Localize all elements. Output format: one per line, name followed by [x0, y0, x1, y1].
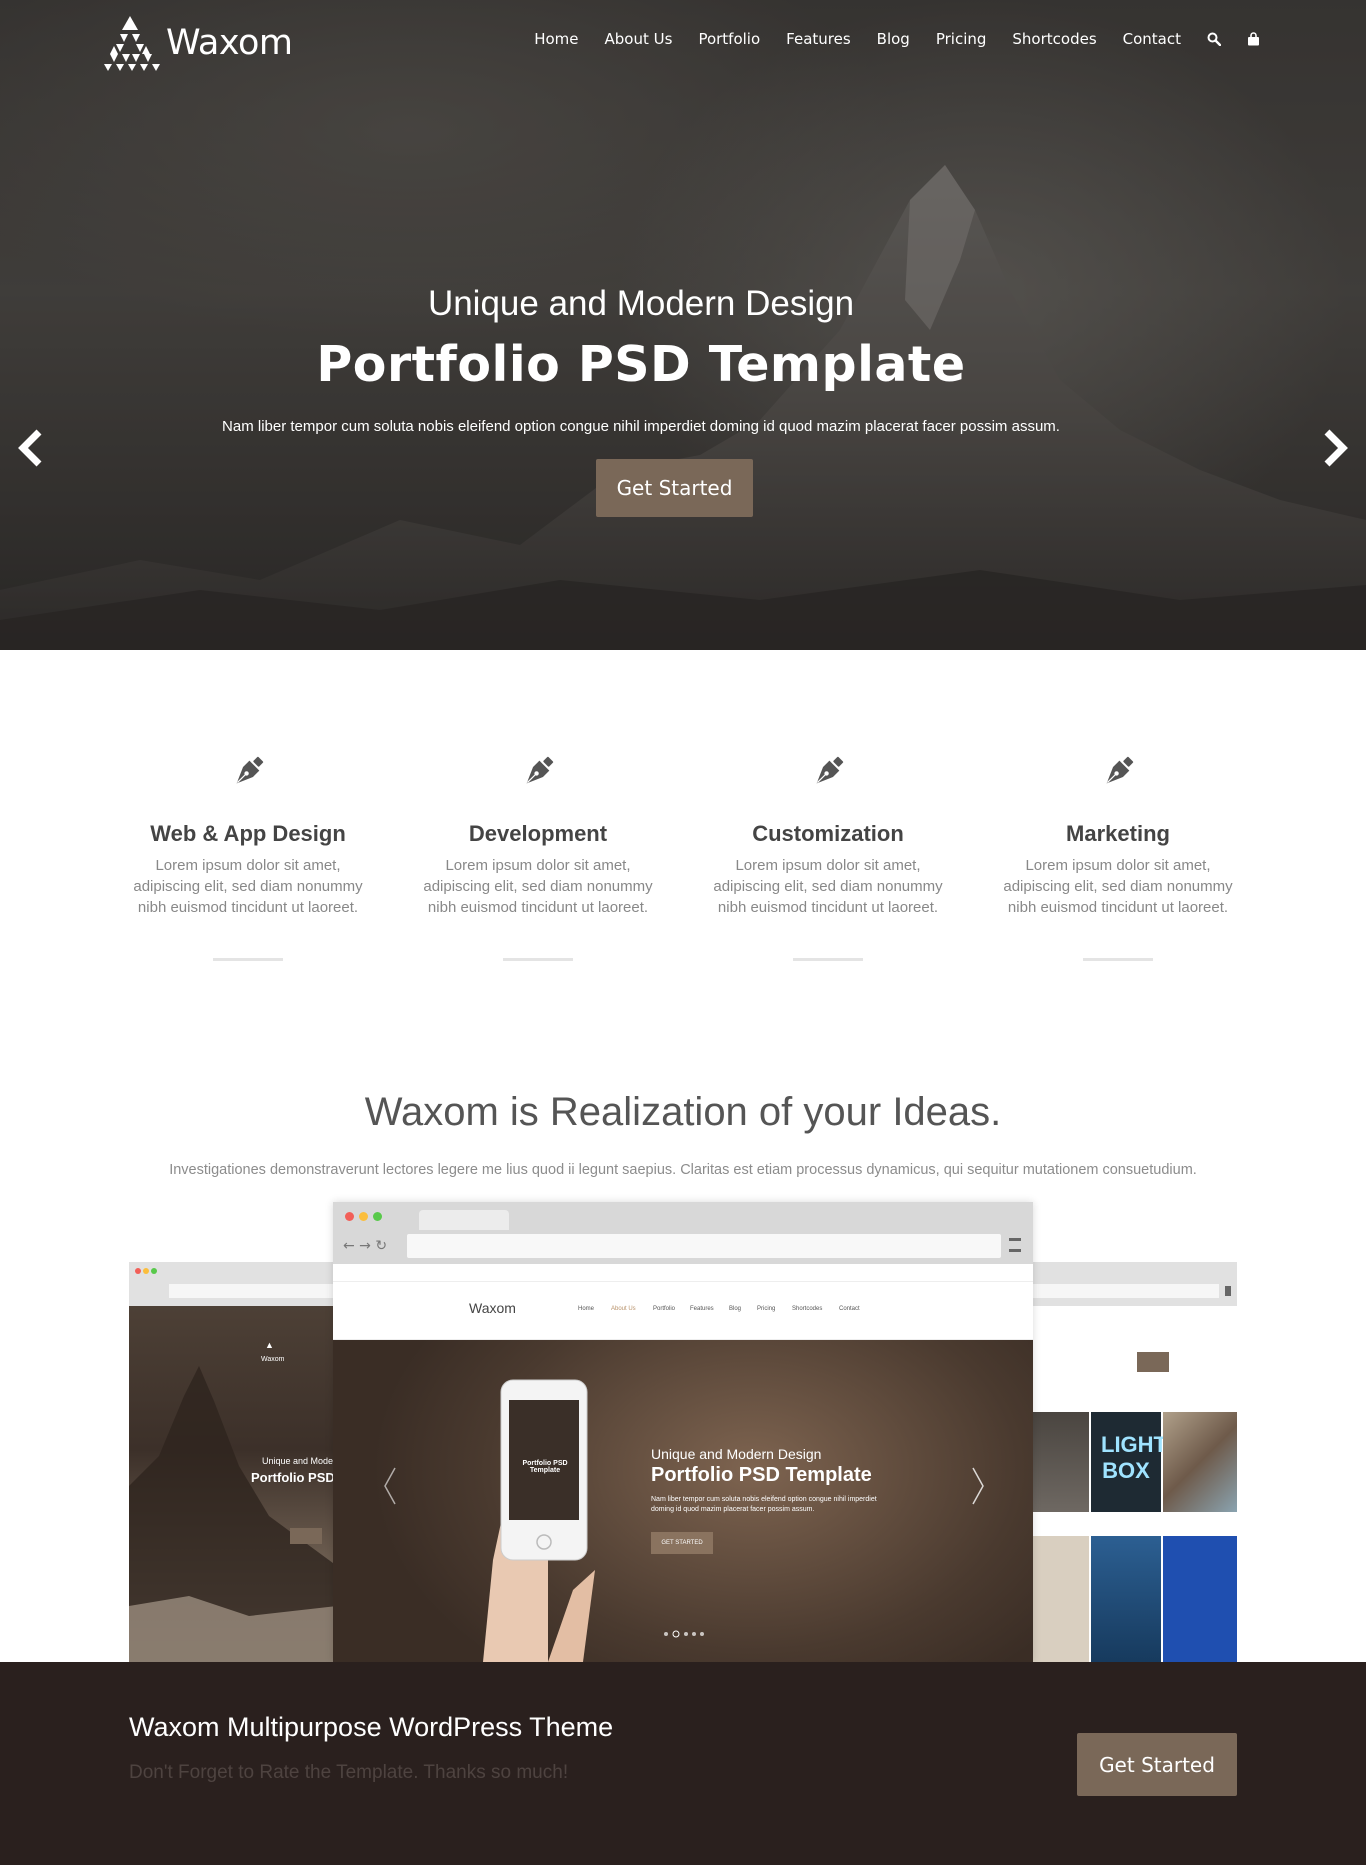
mockup-browser-left: ▲ Waxom Unique and Modern De Portfolio P…: [129, 1262, 337, 1662]
nav-blog[interactable]: Blog: [877, 30, 910, 48]
mockup-hero: Portfolio PSD Template Unique and Modern…: [333, 1340, 1033, 1662]
lightbox-text: LIGHT BOX: [1101, 1432, 1167, 1483]
hero-subtitle: Unique and Modern Design: [427, 284, 855, 323]
feature-customization: Customization Lorem ipsum dolor sit amet…: [708, 740, 948, 961]
hero-slider: Waxom Home About Us Portfolio Features B…: [0, 0, 1366, 650]
logo-triangle-icon: [104, 16, 160, 71]
cta-get-started-button[interactable]: Get Started: [1077, 1733, 1237, 1796]
mockup-left-title: Portfolio PSD Tem: [251, 1470, 337, 1485]
hero-title: Portfolio PSD Template: [316, 336, 966, 393]
chevron-right-icon[interactable]: [1321, 428, 1351, 472]
brand-name: Waxom: [166, 23, 293, 63]
mockup-nav-item: About Us: [611, 1306, 636, 1312]
feature-title: Marketing: [1066, 821, 1170, 846]
mockup-nav: Waxom Home About Us Portfolio Features B…: [333, 1282, 1033, 1340]
nav-home[interactable]: Home: [534, 30, 578, 48]
feature-description: Lorem ipsum dolor sit amet, adipiscing e…: [133, 857, 363, 916]
feature-description: Lorem ipsum dolor sit amet, adipiscing e…: [423, 857, 653, 916]
hero-text: Nam liber tempor cum soluta nobis eleife…: [222, 418, 1060, 435]
mockup-left-subtitle: Unique and Modern De: [262, 1456, 337, 1466]
pen-nib-icon: [128, 740, 368, 790]
mockup-nav-item: Contact: [839, 1306, 860, 1312]
mockup-right-screen: LIGHT BOX: [1029, 1306, 1237, 1662]
feature-development: Development Lorem ipsum dolor sit amet, …: [418, 740, 658, 961]
cta-banner: Waxom Multipurpose WordPress Theme Don't…: [0, 1662, 1366, 1865]
browser-tabbar: [333, 1202, 1033, 1230]
main-nav: Home About Us Portfolio Features Blog Pr…: [508, 30, 1260, 48]
mockup-left-screen: ▲ Waxom Unique and Modern De Portfolio P…: [129, 1306, 337, 1662]
mockup-nav-item: Blog: [729, 1306, 742, 1312]
top-navbar: Waxom Home About Us Portfolio Features B…: [0, 0, 1366, 84]
mockup-text-line1: Nam liber tempor cum soluta nobis eleife…: [651, 1496, 877, 1503]
mockup-tile-lightbox: LIGHT BOX: [1091, 1412, 1167, 1512]
ideas-text: Investigationes demonstraverunt lectores…: [169, 1162, 1197, 1178]
mountain-background: [0, 165, 1366, 650]
cta-subtitle: Don't Forget to Rate the Template. Thank…: [129, 1762, 569, 1783]
mockup-brand: Waxom: [469, 1300, 516, 1316]
divider: [1083, 958, 1153, 961]
mockup-title: Portfolio PSD Template: [651, 1464, 872, 1486]
divider: [503, 958, 573, 961]
nav-pricing[interactable]: Pricing: [936, 30, 987, 48]
mockup-nav-item: Features: [690, 1306, 714, 1312]
mockup-get-started-button: GET STARTED: [651, 1532, 713, 1554]
mockup-tile: [1029, 1412, 1089, 1512]
divider: [213, 958, 283, 961]
feature-web-app-design: Web & App Design Lorem ipsum dolor sit a…: [128, 740, 368, 961]
browser-toolbar: [1029, 1262, 1237, 1306]
mockup-left-button: [290, 1528, 322, 1544]
mockup-right-button: [1137, 1352, 1169, 1372]
ideas-heading: Waxom is Realization of your Ideas.: [364, 1090, 1002, 1134]
mockup-browser-main: ← → ↻ Waxom Home About Us Portfolio Feat…: [333, 1202, 1033, 1662]
mockup-subtitle: Unique and Modern Design: [651, 1446, 822, 1462]
pen-nib-icon: [998, 740, 1238, 790]
mockup-nav-item: Pricing: [757, 1306, 776, 1312]
pen-nib-icon: [418, 740, 658, 790]
mockup-browser-right: LIGHT BOX: [1029, 1262, 1237, 1662]
mockup-nav-item: Home: [578, 1306, 595, 1312]
nav-contact[interactable]: Contact: [1123, 30, 1181, 48]
mockup-nav-item: Portfolio: [653, 1306, 676, 1312]
shopping-bag-icon[interactable]: [1247, 32, 1260, 46]
search-icon[interactable]: [1207, 32, 1221, 46]
feature-description: Lorem ipsum dolor sit amet, adipiscing e…: [713, 857, 943, 916]
mockup-tile: [1163, 1412, 1237, 1512]
nav-shortcodes[interactable]: Shortcodes: [1012, 30, 1096, 48]
nav-portfolio[interactable]: Portfolio: [698, 30, 760, 48]
divider: [793, 958, 863, 961]
feature-description: Lorem ipsum dolor sit amet, adipiscing e…: [1003, 857, 1233, 916]
mockup-text-line2: doming id quod mazim placerat facer poss…: [651, 1506, 815, 1513]
nav-features[interactable]: Features: [786, 30, 851, 48]
brand-logo[interactable]: Waxom: [98, 14, 293, 72]
feature-title: Customization: [752, 821, 904, 846]
mockup-nav-item: Shortcodes: [792, 1306, 823, 1312]
browser-urlbar: ← → ↻: [333, 1230, 1033, 1264]
mini-brand: Waxom: [261, 1356, 285, 1363]
mini-logo: ▲: [265, 1340, 274, 1350]
feature-title: Development: [468, 821, 608, 846]
browser-toolbar: [129, 1262, 337, 1306]
mockup-tile: [1091, 1536, 1161, 1662]
feature-title: Web & App Design: [150, 821, 346, 846]
phone-screen-title: Portfolio PSD Template: [522, 1460, 568, 1474]
mockup-topline: [333, 1264, 1033, 1282]
mockup-tile: [1029, 1536, 1089, 1662]
cta-title: Waxom Multipurpose WordPress Theme: [129, 1712, 614, 1742]
features-section: Web & App Design Lorem ipsum dolor sit a…: [128, 740, 1238, 961]
pen-nib-icon: [708, 740, 948, 790]
nav-about-us[interactable]: About Us: [605, 30, 673, 48]
mockup-tile: [1163, 1536, 1237, 1662]
hero-get-started-button[interactable]: Get Started: [596, 459, 753, 517]
chevron-left-icon[interactable]: [15, 428, 45, 472]
feature-marketing: Marketing Lorem ipsum dolor sit amet, ad…: [998, 740, 1238, 961]
